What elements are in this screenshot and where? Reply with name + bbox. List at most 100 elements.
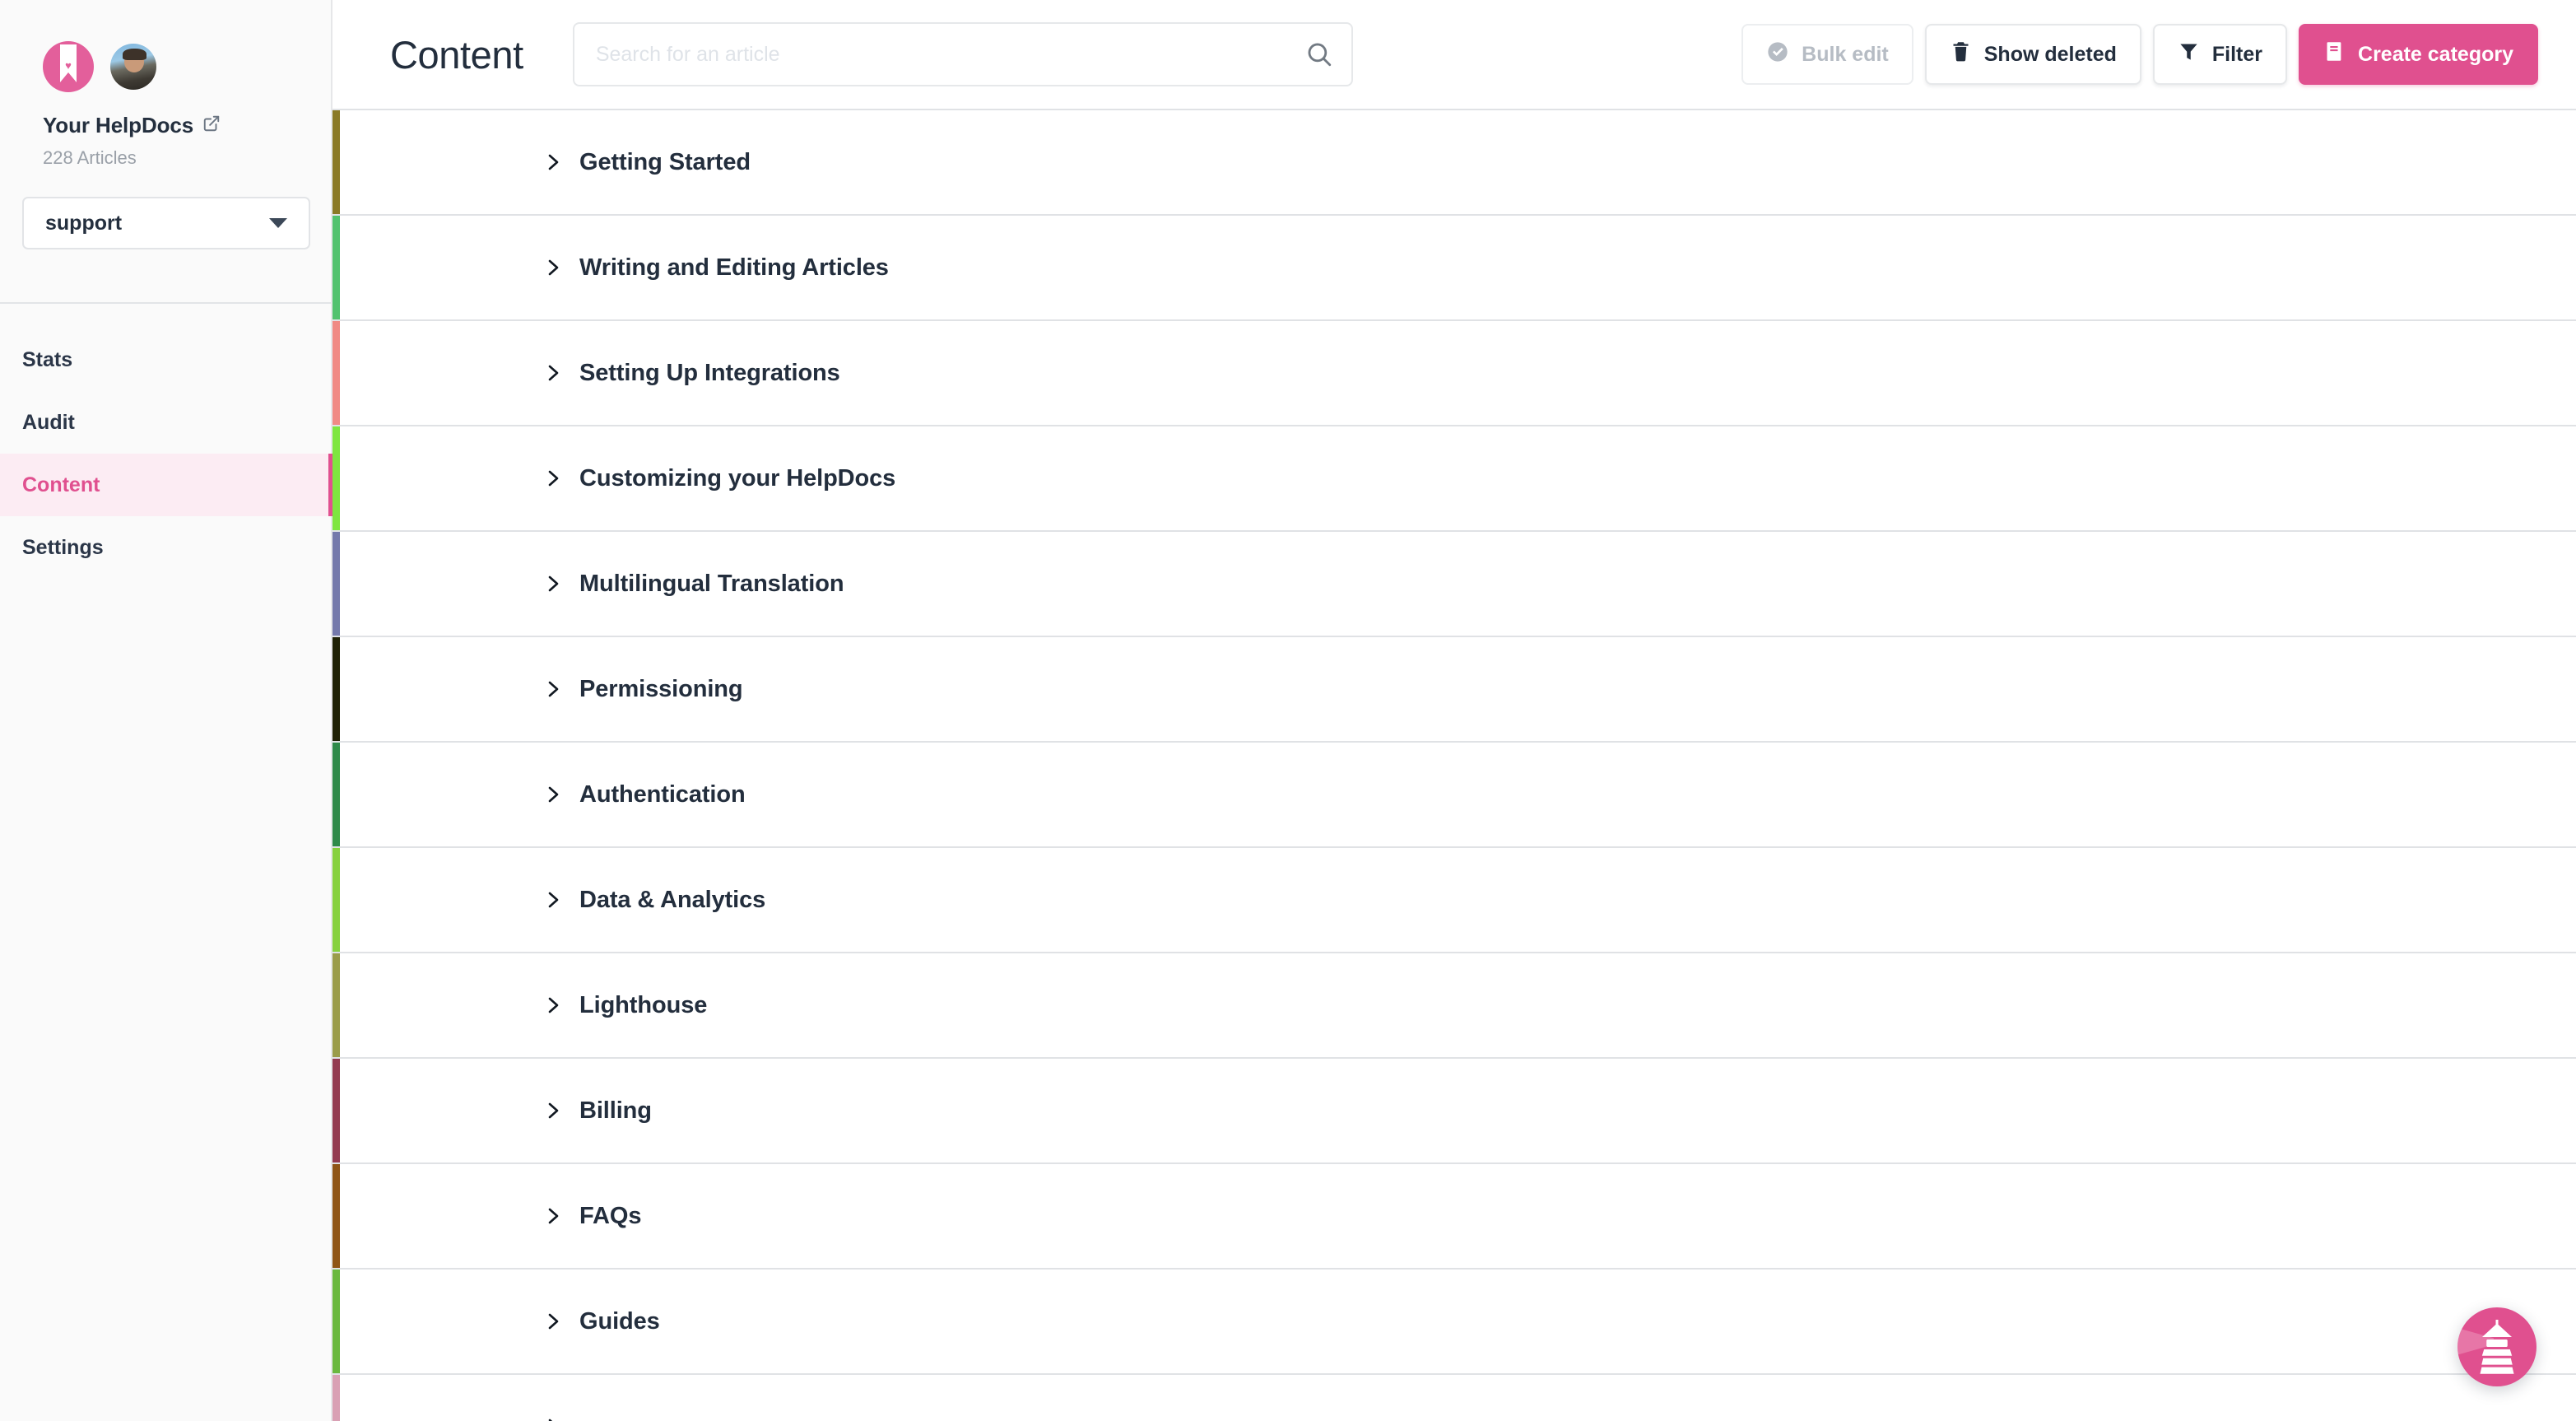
sidebar-nav: Stats Audit Content Settings <box>0 304 332 579</box>
category-color-bar <box>332 216 340 319</box>
category-row[interactable]: Data & Analytics <box>332 848 2576 953</box>
chevron-right-icon[interactable] <box>543 258 563 277</box>
category-title: Billing <box>579 1097 652 1124</box>
chevron-right-icon[interactable] <box>543 1206 563 1226</box>
show-deleted-label: Show deleted <box>1983 42 2117 66</box>
heart-icon: ♥ <box>65 59 72 72</box>
external-link-icon[interactable] <box>202 114 221 137</box>
avatar[interactable] <box>110 44 156 90</box>
category-title: Data & Analytics <box>579 886 766 913</box>
chevron-right-icon[interactable] <box>543 363 563 383</box>
category-title: Getting Started <box>579 148 751 175</box>
category-title: Guides <box>579 1307 660 1335</box>
category-color-bar <box>332 1059 340 1162</box>
toolbar-actions: Bulk edit Show deleted Filter Create cat… <box>1741 24 2538 85</box>
category-row-body <box>332 1417 579 1421</box>
category-list: Getting Started Writing and Editing Artic… <box>332 109 2576 1421</box>
category-row-body: Writing and Editing Articles <box>332 254 889 282</box>
category-color-bar <box>332 321 340 425</box>
sidebar-item-label: Content <box>22 473 100 496</box>
search-box[interactable] <box>572 22 1353 86</box>
category-row[interactable]: Customizing your HelpDocs <box>332 426 2576 532</box>
filter-label: Filter <box>2211 42 2263 66</box>
category-row-body: Setting Up Integrations <box>332 360 840 387</box>
site-name-row[interactable]: Your HelpDocs <box>43 113 331 138</box>
sidebar-item-label: Stats <box>22 347 73 371</box>
chevron-right-icon[interactable] <box>543 890 563 910</box>
helpdocs-logo-icon: ♥ <box>43 41 94 92</box>
category-title: Multilingual Translation <box>579 570 844 597</box>
category-row-body: Customizing your HelpDocs <box>332 465 895 492</box>
sidebar-item-audit[interactable]: Audit <box>0 391 331 454</box>
filter-button[interactable]: Filter <box>2152 24 2288 85</box>
category-row[interactable]: Billing <box>332 1059 2576 1164</box>
chevron-right-icon[interactable] <box>543 679 563 699</box>
bulk-edit-label: Bulk edit <box>1802 42 1889 66</box>
category-color-bar <box>332 532 340 636</box>
sidebar-item-content[interactable]: Content <box>0 454 332 516</box>
page-title: Content <box>390 32 523 77</box>
chevron-right-icon[interactable] <box>543 574 563 594</box>
category-color-bar <box>332 110 340 214</box>
category-color-bar <box>332 848 340 952</box>
chevron-down-icon <box>269 218 287 228</box>
lighthouse-help-widget-button[interactable] <box>2457 1307 2536 1386</box>
category-title: FAQs <box>579 1202 642 1229</box>
category-row[interactable]: Getting Started <box>332 110 2576 216</box>
sidebar-item-label: Settings <box>22 535 104 559</box>
category-color-bar <box>332 743 340 846</box>
site-select[interactable]: support <box>22 197 310 249</box>
category-color-bar <box>332 637 340 741</box>
category-color-bar <box>332 1375 340 1421</box>
chevron-right-icon[interactable] <box>543 152 563 172</box>
bulk-edit-button[interactable]: Bulk edit <box>1741 24 1913 85</box>
site-name: Your HelpDocs <box>43 113 194 137</box>
category-row[interactable]: Permissioning <box>332 637 2576 743</box>
category-row[interactable]: Setting Up Integrations <box>332 321 2576 426</box>
category-row[interactable]: Writing and Editing Articles <box>332 216 2576 321</box>
sidebar: ♥ Your HelpDocs 228 Articles support Sta… <box>0 0 332 1421</box>
chevron-right-icon[interactable] <box>543 995 563 1015</box>
sidebar-item-settings[interactable]: Settings <box>0 516 331 579</box>
chevron-right-icon[interactable] <box>543 1101 563 1120</box>
category-row[interactable]: Authentication <box>332 743 2576 848</box>
category-row[interactable]: Multilingual Translation <box>332 532 2576 637</box>
category-row[interactable]: FAQs <box>332 1164 2576 1270</box>
search-icon[interactable] <box>1305 40 1333 68</box>
main-panel: Content Bulk edit <box>332 0 2576 1421</box>
category-row[interactable]: Guides <box>332 1270 2576 1375</box>
category-row-body: Guides <box>332 1308 660 1335</box>
category-row-body: FAQs <box>332 1203 641 1230</box>
category-title: Writing and Editing Articles <box>579 254 889 281</box>
category-title: Authentication <box>579 780 746 808</box>
top-toolbar: Content Bulk edit <box>332 0 2576 109</box>
filter-icon <box>2178 40 2200 68</box>
avatar-group: ♥ <box>43 41 331 92</box>
show-deleted-button[interactable]: Show deleted <box>1924 24 2141 85</box>
category-row[interactable]: Lighthouse <box>332 953 2576 1059</box>
book-icon <box>2323 40 2346 68</box>
chevron-right-icon[interactable] <box>543 785 563 804</box>
sidebar-item-stats[interactable]: Stats <box>0 328 331 391</box>
create-category-button[interactable]: Create category <box>2299 24 2538 85</box>
category-row-body: Multilingual Translation <box>332 571 844 598</box>
category-color-bar <box>332 1164 340 1268</box>
category-title: Customizing your HelpDocs <box>579 464 896 492</box>
search-input[interactable] <box>595 42 1330 67</box>
category-row-body: Lighthouse <box>332 992 707 1019</box>
category-color-bar <box>332 953 340 1057</box>
category-color-bar <box>332 426 340 530</box>
category-row-body: Permissioning <box>332 676 743 703</box>
chevron-right-icon[interactable] <box>543 1417 563 1421</box>
sidebar-item-label: Audit <box>22 410 75 434</box>
category-row-body: Getting Started <box>332 149 751 176</box>
category-title: Lighthouse <box>579 991 708 1018</box>
category-color-bar <box>332 1270 340 1373</box>
category-title: Setting Up Integrations <box>579 359 840 386</box>
chevron-right-icon[interactable] <box>543 468 563 488</box>
chevron-right-icon[interactable] <box>543 1312 563 1331</box>
article-count: 228 Articles <box>43 147 137 168</box>
trash-icon <box>1950 40 1972 68</box>
check-circle-icon <box>1766 40 1789 69</box>
category-row[interactable] <box>332 1375 2576 1421</box>
